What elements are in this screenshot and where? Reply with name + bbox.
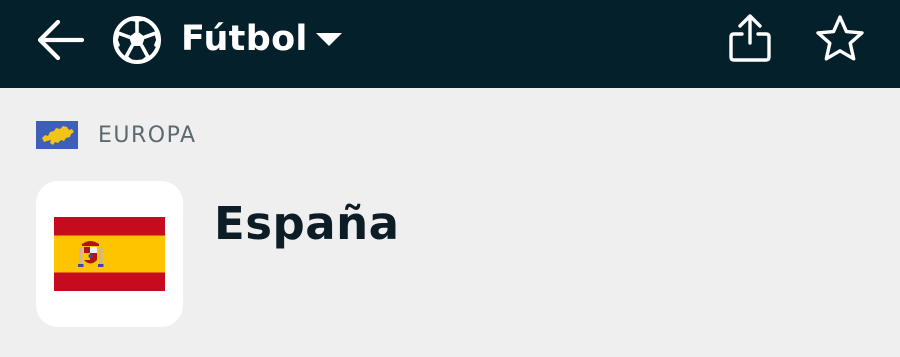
star-outline-icon[interactable] <box>814 13 866 65</box>
europe-flag-icon <box>36 121 78 149</box>
team-name: España <box>214 197 400 250</box>
soccer-ball-icon[interactable] <box>111 14 163 66</box>
breadcrumb[interactable]: EUROPA <box>36 120 197 150</box>
app-header: Fútbol <box>0 0 900 88</box>
team-logo <box>36 181 183 327</box>
caret-down-icon[interactable] <box>313 28 345 50</box>
share-icon[interactable] <box>726 12 774 64</box>
region-name[interactable]: EUROPA <box>98 123 197 148</box>
back-arrow-icon[interactable] <box>34 17 86 63</box>
spain-flag-icon <box>54 217 165 291</box>
sport-title[interactable]: Fútbol <box>181 14 308 64</box>
